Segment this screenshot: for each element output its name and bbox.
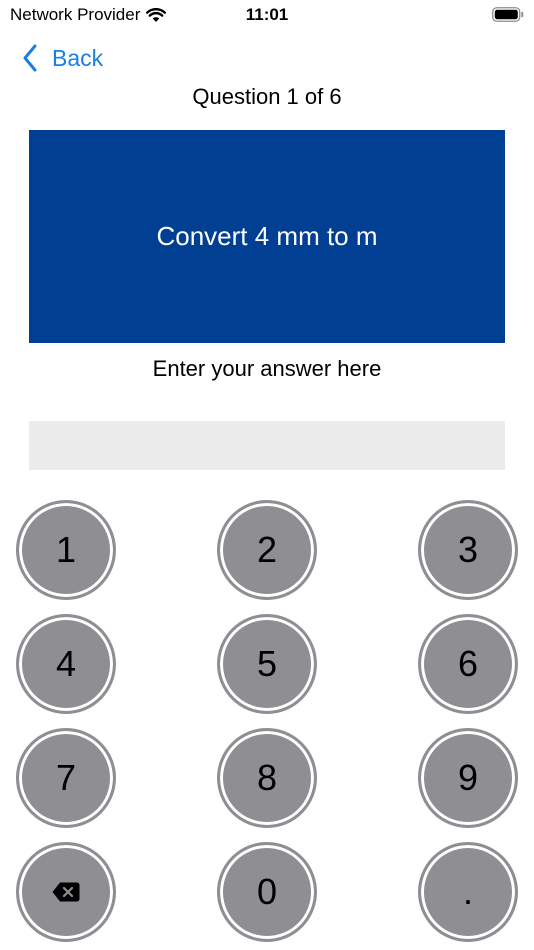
question-card: Convert 4 mm to m bbox=[29, 130, 505, 343]
key-1[interactable]: 1 bbox=[16, 500, 116, 600]
key-0[interactable]: 0 bbox=[217, 842, 317, 942]
key-4[interactable]: 4 bbox=[16, 614, 116, 714]
key-decimal[interactable]: . bbox=[418, 842, 518, 942]
backspace-icon bbox=[52, 882, 80, 902]
key-5[interactable]: 5 bbox=[217, 614, 317, 714]
key-8[interactable]: 8 bbox=[217, 728, 317, 828]
battery-icon bbox=[492, 7, 524, 22]
question-counter: Question 1 of 6 bbox=[192, 84, 342, 109]
key-3[interactable]: 3 bbox=[418, 500, 518, 600]
key-2[interactable]: 2 bbox=[217, 500, 317, 600]
back-button[interactable]: Back bbox=[22, 44, 103, 72]
number-keypad: 1 2 3 4 5 6 7 8 9 0 . bbox=[16, 500, 518, 942]
answer-input[interactable] bbox=[29, 421, 505, 470]
back-label: Back bbox=[52, 44, 104, 71]
question-text: Convert 4 mm to m bbox=[156, 221, 378, 251]
answer-prompt: Enter your answer here bbox=[152, 356, 382, 381]
status-time: 11:01 bbox=[245, 5, 289, 24]
key-9[interactable]: 9 bbox=[418, 728, 518, 828]
key-7[interactable]: 7 bbox=[16, 728, 116, 828]
status-bar: Network Provider 11:01 bbox=[0, 0, 534, 30]
chevron-left-icon bbox=[23, 44, 37, 72]
delete-key[interactable] bbox=[16, 842, 116, 942]
key-6[interactable]: 6 bbox=[418, 614, 518, 714]
